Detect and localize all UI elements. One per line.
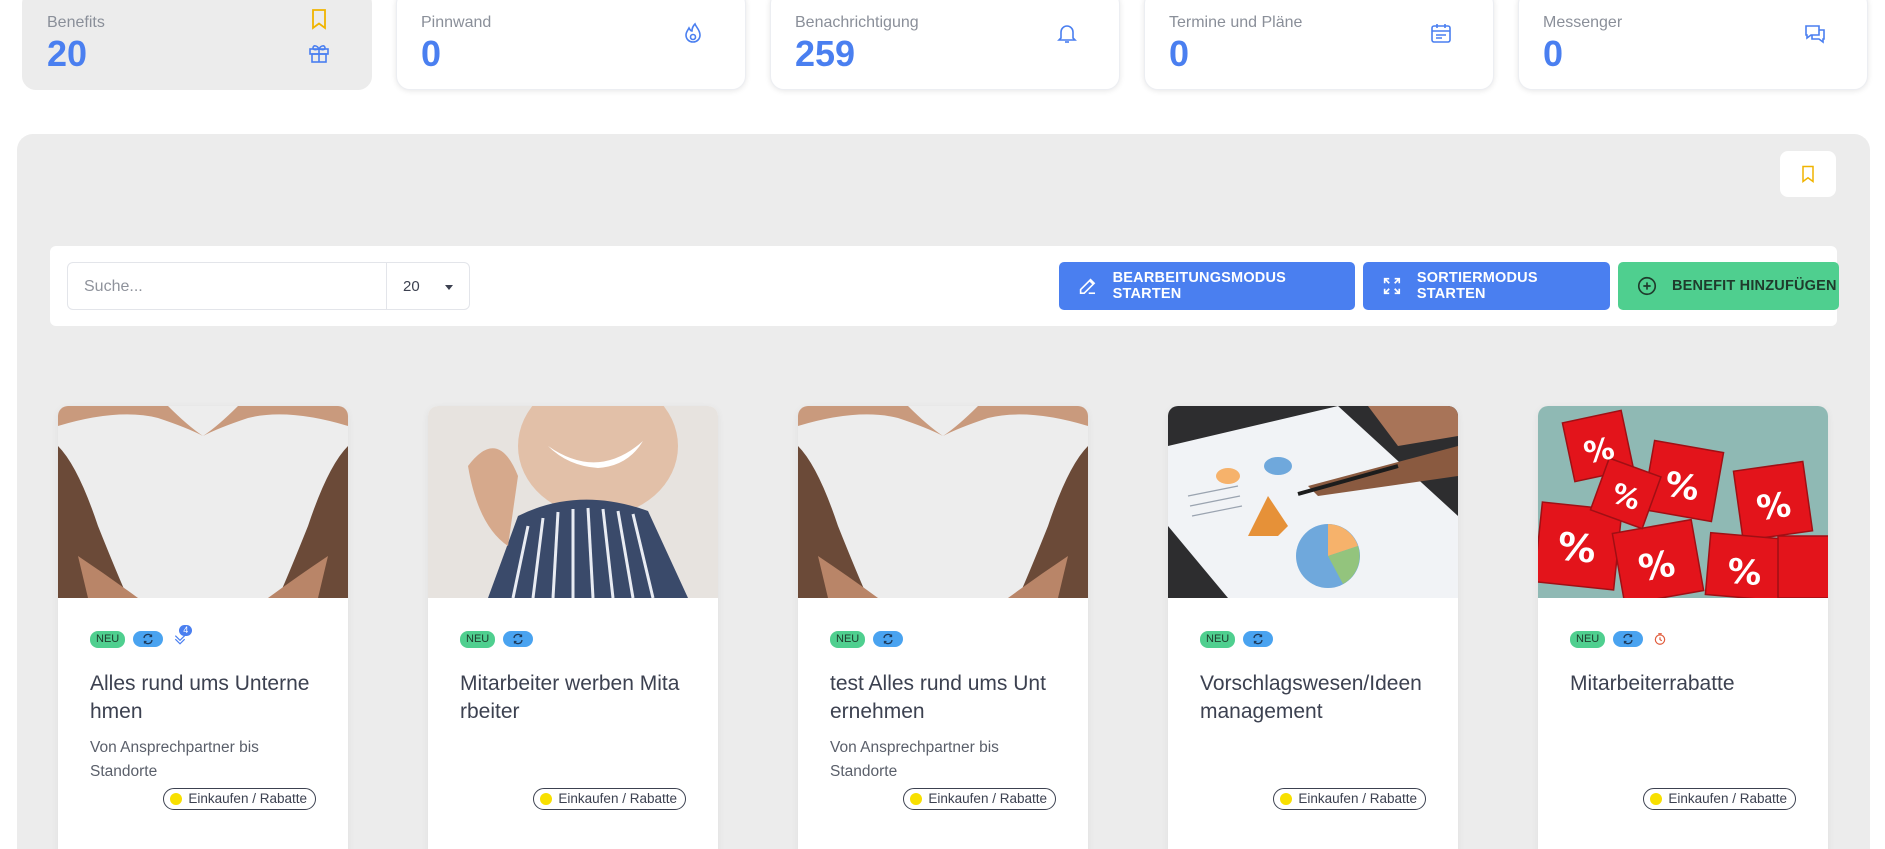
card-title: Mitarbeiter werben Mita rbeiter [460, 672, 680, 723]
card-image-heart-hands [58, 406, 348, 598]
category-dot [540, 793, 553, 805]
per-page-value: 20 [403, 278, 420, 295]
toolbar: Suche... 20 BEARBEITUNGSMODUS STARTEN SO… [50, 246, 1839, 326]
category-dot [1280, 793, 1293, 805]
card-image-charts-pen [1168, 406, 1458, 598]
edit-icon [1079, 278, 1096, 295]
sync-icon [873, 631, 904, 647]
stat-value: 0 [1169, 33, 1190, 74]
stat-card-messenger[interactable]: Messenger 0 [1518, 0, 1868, 90]
bell-icon [1057, 25, 1077, 43]
sync-icon [503, 631, 534, 647]
flame-icon [685, 22, 701, 43]
category-label: Einkaufen / Rabatte [188, 791, 307, 806]
sync-icon [1243, 631, 1274, 647]
stat-card-termine[interactable]: Termine und Pläne 0 [1144, 0, 1494, 90]
card-badges: NEU [460, 630, 543, 648]
card-description: Von Ansprechpartner bis Standorte [830, 739, 999, 780]
category-tag[interactable]: Einkaufen / Rabatte [1643, 788, 1796, 810]
svg-text:%: % [1754, 485, 1793, 529]
stat-card-benefits[interactable]: Benefits 20 [22, 0, 372, 90]
calendar-icon [1431, 24, 1451, 43]
likes-count: 4 [179, 625, 193, 636]
category-label: Einkaufen / Rabatte [928, 791, 1047, 806]
sort-mode-label: SORTIERMODUS STARTEN [1416, 270, 1538, 302]
category-tag[interactable]: Einkaufen / Rabatte [163, 788, 316, 810]
svg-text:%: % [1556, 524, 1598, 572]
bookmark-icon [312, 9, 326, 30]
card-badges: NEU [1200, 630, 1283, 648]
gift-icon [309, 45, 329, 63]
stat-label: Pinnwand [421, 14, 492, 31]
add-benefit-label: BENEFIT HINZUFÜGEN [1672, 278, 1837, 294]
new-badge: NEU [460, 630, 496, 648]
svg-text:%: % [1662, 464, 1703, 509]
new-badge: NEU [90, 630, 126, 648]
search-placeholder: Suche... [84, 278, 143, 295]
category-label: Einkaufen / Rabatte [1298, 791, 1417, 806]
benefit-card[interactable]: NEU test Alles rund ums Unt ernehmen Von… [798, 406, 1088, 849]
category-dot [910, 793, 923, 805]
clock-icon [1654, 633, 1666, 645]
expand-icon [1383, 277, 1401, 295]
sync-icon [1613, 631, 1644, 647]
card-description: Von Ansprechpartner bis Standorte [90, 739, 259, 780]
benefit-card[interactable]: % % % % % % % NEU Mitarbeiterrabatte Ein… [1538, 406, 1828, 849]
bookmark-icon [1802, 165, 1814, 183]
likes-count-icon: 4 [173, 625, 193, 647]
sync-icon [133, 631, 164, 647]
stat-value: 20 [47, 33, 88, 74]
stat-card-benachrichtigung[interactable]: Benachrichtigung 259 [770, 0, 1120, 90]
category-label: Einkaufen / Rabatte [558, 791, 677, 806]
new-badge: NEU [830, 630, 866, 648]
new-badge: NEU [1200, 630, 1236, 648]
per-page-select[interactable]: 20 [386, 262, 470, 310]
stat-label: Benefits [47, 14, 105, 31]
category-label: Einkaufen / Rabatte [1668, 791, 1787, 806]
plus-circle-icon [1637, 276, 1657, 296]
benefit-card[interactable]: NEU Vorschlagswesen/Ideen management Ein… [1168, 406, 1458, 849]
svg-text:%: % [1726, 551, 1763, 594]
stat-value: 0 [1543, 33, 1564, 74]
card-image-heart-hands [798, 406, 1088, 598]
category-dot [1650, 793, 1663, 805]
new-badge: NEU [1570, 630, 1606, 648]
stat-label: Benachrichtigung [795, 14, 919, 31]
add-benefit-button[interactable]: BENEFIT HINZUFÜGEN [1618, 262, 1839, 310]
benefit-card[interactable]: NEU 4 Alles rund ums Unterne hmen Von An… [58, 406, 348, 849]
stat-card-pinnwand[interactable]: Pinnwand 0 [396, 0, 746, 90]
bookmark-button[interactable] [1780, 151, 1836, 197]
stat-value: 0 [421, 33, 442, 74]
card-image-smiling-woman [428, 406, 718, 598]
card-title: Vorschlagswesen/Ideen management [1200, 672, 1422, 723]
stat-value: 259 [795, 33, 856, 74]
stats-row: Benefits 20 Pinnwand 0 Benachrichtigung … [22, 0, 1868, 90]
card-badges: NEU [830, 630, 913, 648]
stat-label: Messenger [1543, 14, 1623, 31]
category-tag[interactable]: Einkaufen / Rabatte [903, 788, 1056, 810]
category-tag[interactable]: Einkaufen / Rabatte [1273, 788, 1426, 810]
search-input[interactable]: Suche... [67, 262, 387, 310]
edit-mode-label: BEARBEITUNGSMODUS STARTEN [1112, 270, 1287, 302]
category-tag[interactable]: Einkaufen / Rabatte [533, 788, 686, 810]
card-badges: NEU 4 [90, 625, 193, 648]
category-dot [170, 793, 183, 805]
edit-mode-button[interactable]: BEARBEITUNGSMODUS STARTEN [1059, 262, 1355, 310]
sort-mode-button[interactable]: SORTIERMODUS STARTEN [1363, 262, 1610, 310]
card-image-percent-cubes: % % % % % % % [1538, 406, 1828, 598]
stat-label: Termine und Pläne [1169, 14, 1303, 31]
benefit-card[interactable]: NEU Mitarbeiter werben Mita rbeiter Eink… [428, 406, 718, 849]
caret-down-icon [445, 285, 453, 290]
card-title: Alles rund ums Unterne hmen [90, 672, 310, 723]
card-badges: NEU [1570, 630, 1667, 648]
card-title: test Alles rund ums Unt ernehmen [830, 672, 1046, 723]
svg-text:%: % [1636, 543, 1679, 590]
chat-icon [1805, 25, 1825, 44]
card-title: Mitarbeiterrabatte [1570, 672, 1735, 695]
